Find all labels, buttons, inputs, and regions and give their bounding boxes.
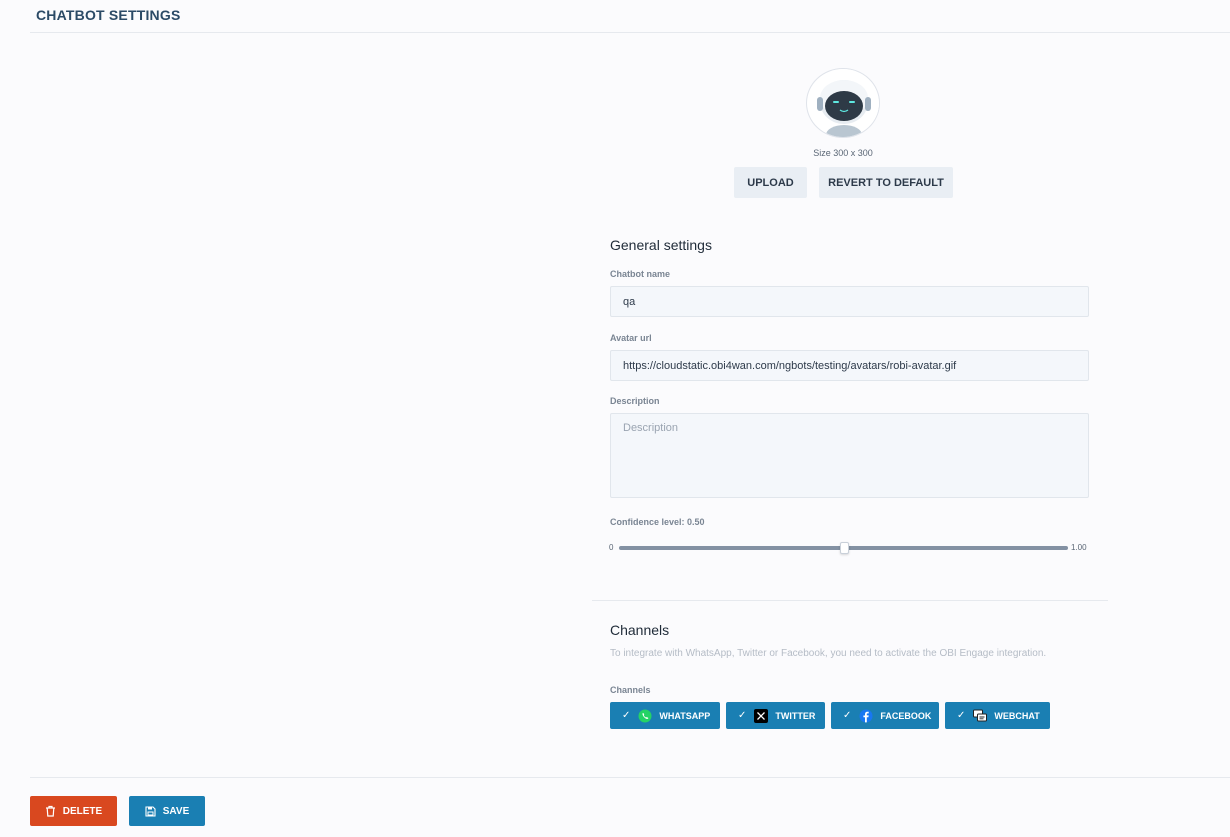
save-label: SAVE <box>162 805 190 817</box>
webchat-icon <box>973 709 988 723</box>
general-settings-title: General settings <box>610 237 712 253</box>
confidence-slider-thumb[interactable] <box>839 542 849 554</box>
robot-avatar-icon <box>809 69 879 137</box>
channel-webchat-button[interactable]: ✓ WEBCHAT <box>945 702 1050 729</box>
delete-button[interactable]: DELETE <box>30 796 117 826</box>
channel-label: TWITTER <box>775 710 816 721</box>
description-label: Description <box>610 396 660 406</box>
channel-label: WHATSAPP <box>659 710 711 721</box>
save-button[interactable]: SAVE <box>129 796 205 826</box>
trash-icon <box>45 805 56 817</box>
page-header: CHATBOT SETTINGS <box>30 0 1230 33</box>
check-icon: ✓ <box>622 709 631 721</box>
channel-facebook-button[interactable]: ✓ FACEBOOK <box>831 702 939 729</box>
slider-max-label: 1.00 <box>1071 543 1087 552</box>
chatbot-settings-page: CHATBOT SETTINGS Size 300 x 300 UPLOAD R… <box>0 0 1230 837</box>
footer-divider <box>30 777 1230 778</box>
upload-button[interactable]: UPLOAD <box>734 167 807 198</box>
check-icon: ✓ <box>843 709 852 721</box>
revert-to-default-button[interactable]: REVERT TO DEFAULT <box>819 167 953 198</box>
check-icon: ✓ <box>738 709 747 721</box>
chatbot-name-input[interactable] <box>610 286 1089 317</box>
page-title: CHATBOT SETTINGS <box>36 7 181 23</box>
chatbot-avatar <box>806 68 880 138</box>
channel-label: WEBCHAT <box>994 710 1040 721</box>
channel-whatsapp-button[interactable]: ✓ WHATSAPP <box>610 702 720 729</box>
channels-label: Channels <box>610 685 651 695</box>
floppy-disk-icon <box>145 805 156 817</box>
whatsapp-icon <box>638 709 652 723</box>
section-divider <box>592 600 1108 601</box>
description-input[interactable] <box>610 413 1089 498</box>
x-twitter-icon <box>754 708 769 723</box>
channel-label: FACEBOOK <box>880 710 932 721</box>
channels-title: Channels <box>610 622 670 638</box>
avatar-size-hint: Size 300 x 300 <box>813 148 873 158</box>
facebook-icon <box>859 709 873 723</box>
check-icon: ✓ <box>957 709 966 721</box>
avatar-url-label: Avatar url <box>610 333 652 343</box>
confidence-slider[interactable] <box>619 542 1068 554</box>
channel-twitter-button[interactable]: ✓ TWITTER <box>726 702 825 729</box>
channels-integration-note: To integrate with WhatsApp, Twitter or F… <box>610 648 1047 659</box>
slider-min-label: 0 <box>609 543 614 552</box>
avatar-url-input[interactable] <box>610 350 1089 381</box>
chatbot-name-label: Chatbot name <box>610 269 671 279</box>
confidence-level-label: Confidence level: 0.50 <box>610 517 705 527</box>
delete-label: DELETE <box>62 805 103 817</box>
